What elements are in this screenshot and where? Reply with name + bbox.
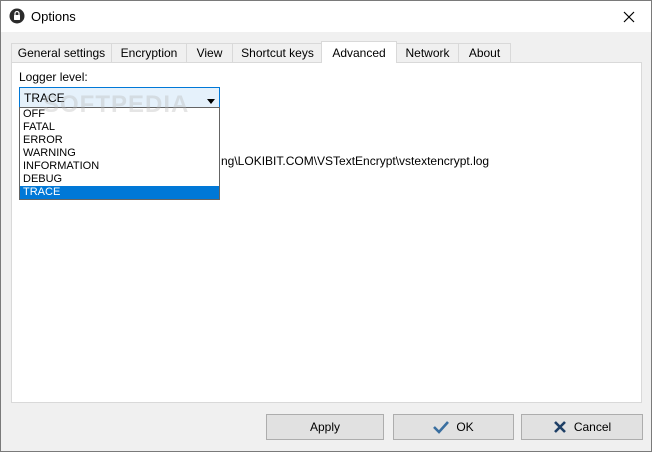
tab-advanced[interactable]: Advanced bbox=[321, 41, 397, 63]
tab-about[interactable]: About bbox=[458, 43, 511, 62]
cancel-button[interactable]: Cancel bbox=[521, 414, 643, 440]
tab-strip: General settings Encryption View Shortcu… bbox=[11, 41, 641, 63]
close-button[interactable] bbox=[607, 1, 651, 32]
tab-encryption[interactable]: Encryption bbox=[111, 43, 187, 62]
apply-button[interactable]: Apply bbox=[266, 414, 384, 440]
option-warning[interactable]: WARNING bbox=[20, 147, 219, 160]
logger-level-dropdown: OFF FATAL ERROR WARNING INFORMATION DEBU… bbox=[19, 107, 220, 200]
window-title: Options bbox=[31, 9, 76, 24]
tab-view[interactable]: View bbox=[186, 43, 233, 62]
watermark: SOFTPEDIA bbox=[43, 91, 190, 118]
close-icon bbox=[623, 11, 635, 22]
tab-general-settings[interactable]: General settings bbox=[11, 43, 112, 62]
tab-shortcut-keys[interactable]: Shortcut keys bbox=[232, 43, 323, 62]
option-debug[interactable]: DEBUG bbox=[20, 173, 219, 186]
tab-network[interactable]: Network bbox=[396, 43, 459, 62]
chevron-down-icon bbox=[207, 93, 215, 107]
lock-icon bbox=[9, 8, 25, 24]
logger-level-label: Logger level: bbox=[19, 70, 88, 84]
checkmark-icon bbox=[433, 421, 450, 434]
option-error[interactable]: ERROR bbox=[20, 134, 219, 147]
options-window: Options General settings Encryption View… bbox=[0, 0, 652, 452]
option-trace[interactable]: TRACE bbox=[20, 186, 219, 199]
x-icon bbox=[553, 421, 566, 433]
ok-button[interactable]: OK bbox=[393, 414, 514, 440]
title-bar[interactable]: Options bbox=[1, 1, 651, 32]
option-information[interactable]: INFORMATION bbox=[20, 160, 219, 173]
log-file-path: ng\LOKIBIT.COM\VSTextEncrypt\vstextencry… bbox=[221, 154, 490, 168]
option-fatal[interactable]: FATAL bbox=[20, 121, 219, 134]
